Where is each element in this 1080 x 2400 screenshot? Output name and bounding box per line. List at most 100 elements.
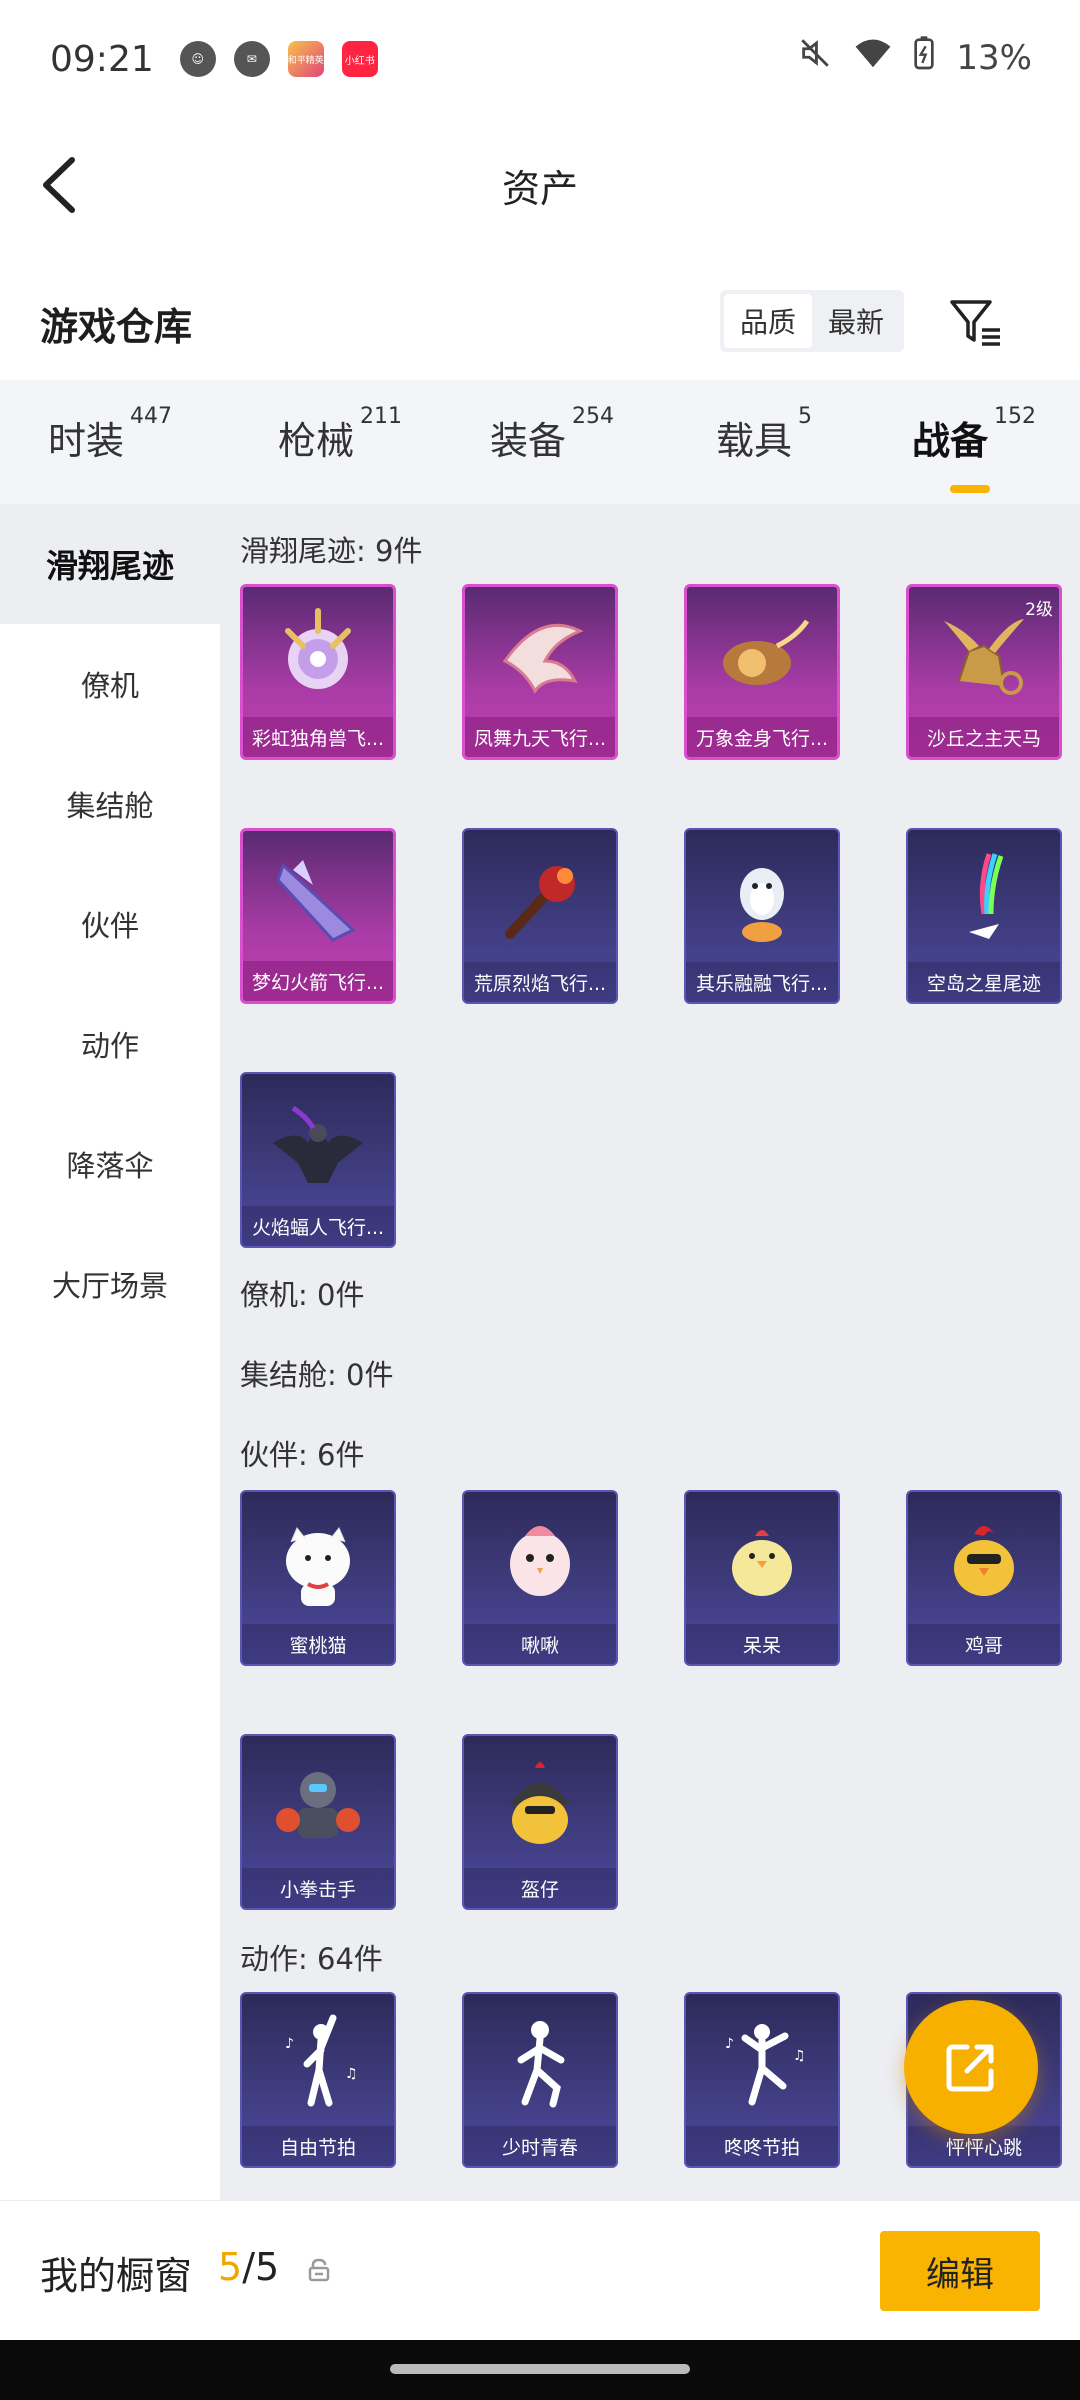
svg-text:♫: ♫: [793, 2048, 806, 2064]
section-title-pod: 集结舱: 0件: [240, 1358, 394, 1392]
sort-quality-button[interactable]: 品质: [724, 294, 812, 348]
lock-icon: [308, 2258, 330, 2282]
item-name: 咚咚节拍: [686, 2126, 838, 2166]
page-title: 资产: [501, 167, 578, 211]
sort-toggle: 品质 最新: [720, 290, 904, 352]
showcase-total: /5: [242, 2245, 280, 2289]
item-card[interactable]: 少时青春: [462, 1992, 618, 2168]
boxer-robot-icon: [242, 1736, 394, 1874]
item-card[interactable]: 火焰蝠人飞行...: [240, 1072, 396, 1248]
tab-equipment[interactable]: 装备254: [490, 404, 614, 465]
tab-label: 枪械: [278, 419, 355, 463]
phoenix-wing-icon: [465, 587, 615, 725]
item-card[interactable]: 盔仔: [462, 1734, 618, 1910]
wechat-icon: ✉: [233, 41, 270, 77]
share-out-icon: [946, 2044, 994, 2092]
tab-label: 战备: [912, 419, 989, 463]
warehouse-row: 游戏仓库 品质 最新: [0, 282, 1080, 362]
tab-label: 载具: [716, 419, 793, 463]
sidebar-item-lobby-scene[interactable]: 大厅场景: [0, 1224, 220, 1344]
item-card[interactable]: 其乐融融飞行...: [684, 828, 840, 1004]
game-app-icon: 和平精英: [287, 41, 324, 77]
tab-battle-prep[interactable]: 战备152: [912, 404, 1036, 493]
svg-text:♪: ♪: [285, 2036, 294, 2052]
helmet-chick-icon: [464, 1736, 616, 1874]
item-card[interactable]: 小拳击手: [240, 1734, 396, 1910]
section-title-emote: 动作: 64件: [240, 1942, 383, 1976]
item-name: 荒原烈焰飞行...: [464, 962, 616, 1002]
tab-count: 5: [798, 404, 813, 429]
showcase-bar: 我的橱窗 5/5 编辑: [0, 2200, 1080, 2340]
item-name: 少时青春: [464, 2126, 616, 2166]
tab-fashion[interactable]: 时装447: [48, 404, 172, 465]
item-name: 小拳击手: [242, 1868, 394, 1908]
robot-app-icon: ☺: [179, 41, 216, 77]
tab-count: 211: [360, 404, 403, 429]
system-nav-bar: [0, 2340, 1080, 2400]
item-card[interactable]: 蜜桃猫: [240, 1490, 396, 1666]
tab-vehicles[interactable]: 载具5: [716, 404, 812, 465]
sort-newest-button[interactable]: 最新: [812, 294, 900, 348]
flame-glider-icon: [464, 830, 616, 968]
pink-bird-icon: [464, 1492, 616, 1630]
tab-count: 447: [130, 404, 173, 429]
rooster-icon: [908, 1492, 1060, 1630]
wifi-icon: [854, 36, 892, 79]
item-name: 啾啾: [464, 1624, 616, 1664]
item-name: 空岛之星尾迹: [908, 962, 1060, 1002]
item-card[interactable]: 2级 沙丘之主天马: [906, 584, 1062, 760]
sidebar-item-wingman[interactable]: 僚机: [0, 624, 220, 744]
penguin-glider-icon: [686, 830, 838, 968]
filter-button[interactable]: [946, 292, 1006, 352]
bat-man-icon: [242, 1074, 394, 1212]
status-time: 09:21: [50, 38, 154, 80]
item-name: 沙丘之主天马: [909, 717, 1059, 757]
item-name: 其乐融融飞行...: [686, 962, 838, 1002]
item-card[interactable]: 啾啾: [462, 1490, 618, 1666]
home-indicator[interactable]: [390, 2364, 690, 2374]
sidebar-item-pod[interactable]: 集结舱: [0, 744, 220, 864]
xiaohongshu-icon: 小红书: [341, 41, 378, 77]
item-name: 自由节拍: [242, 2126, 394, 2166]
edit-button[interactable]: 编辑: [880, 2231, 1040, 2311]
warehouse-title: 游戏仓库: [40, 305, 193, 349]
tab-label: 时装: [48, 419, 125, 463]
svg-text:♪: ♪: [725, 2036, 734, 2052]
showcase-label: 我的橱窗: [40, 2254, 193, 2298]
showcase-count: 5/5: [218, 2245, 279, 2289]
item-grid-area[interactable]: 滑翔尾迹: 9件 彩虹独角兽飞... 凤舞九天飞行... 万象金身飞行... 2…: [220, 504, 1080, 2204]
showcase-current: 5: [218, 2245, 243, 2289]
peach-cat-icon: [242, 1492, 394, 1630]
item-card[interactable]: 鸡哥: [906, 1490, 1062, 1666]
item-name: 梦幻火箭飞行...: [243, 961, 393, 1001]
share-button[interactable]: [904, 2000, 1038, 2134]
sidebar-item-glide-trail[interactable]: 滑翔尾迹: [0, 504, 220, 624]
unicorn-mask-icon: [243, 587, 393, 725]
item-card[interactable]: 梦幻火箭飞行...: [240, 828, 396, 1004]
dance-figure-icon: ♪ ♫: [242, 1994, 394, 2132]
sidebar-item-parachute[interactable]: 降落伞: [0, 1104, 220, 1224]
sidebar-item-partner[interactable]: 伙伴: [0, 864, 220, 984]
dance-figure-icon: ♪ ♫: [686, 1994, 838, 2132]
item-card[interactable]: 荒原烈焰飞行...: [462, 828, 618, 1004]
item-card[interactable]: 万象金身飞行...: [684, 584, 840, 760]
active-tab-indicator: [950, 485, 990, 493]
item-card[interactable]: ♪ ♫ 自由节拍: [240, 1992, 396, 2168]
item-card[interactable]: 彩虹独角兽飞...: [240, 584, 396, 760]
item-card[interactable]: ♪ ♫ 咚咚节拍: [684, 1992, 840, 2168]
app-header: 资产: [0, 130, 1080, 240]
tab-label: 装备: [490, 419, 567, 463]
item-card[interactable]: 空岛之星尾迹: [906, 828, 1062, 1004]
sidebar-item-emote[interactable]: 动作: [0, 984, 220, 1104]
rainbow-trail-icon: [908, 830, 1060, 968]
item-name: 鸡哥: [908, 1624, 1060, 1664]
yellow-chick-icon: [686, 1492, 838, 1630]
item-name: 万象金身飞行...: [687, 717, 837, 757]
pegasus-icon: [909, 587, 1059, 725]
section-title-glide: 滑翔尾迹: 9件: [240, 534, 423, 568]
tab-guns[interactable]: 枪械211: [278, 404, 402, 465]
mute-icon: [798, 36, 832, 79]
item-card[interactable]: 呆呆: [684, 1490, 840, 1666]
item-card[interactable]: 凤舞九天飞行...: [462, 584, 618, 760]
item-name: 火焰蝠人飞行...: [242, 1206, 394, 1246]
